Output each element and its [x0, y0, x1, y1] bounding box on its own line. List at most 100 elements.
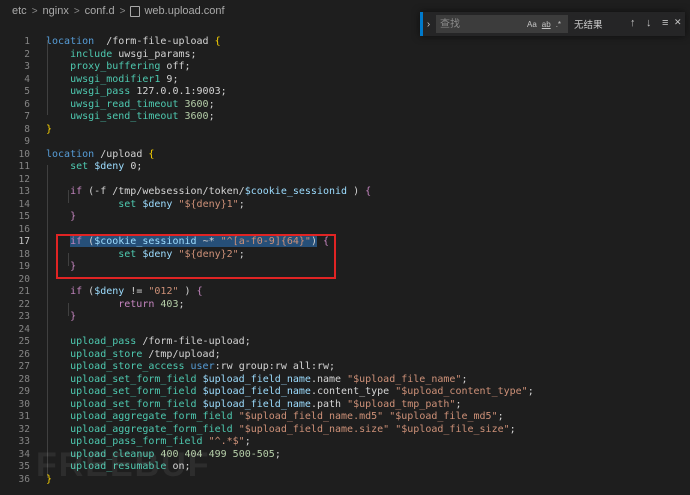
code-token: ;: [455, 398, 462, 410]
code-line[interactable]: 11 set $deny 0;: [0, 161, 690, 174]
line-number: 19: [18, 261, 30, 272]
code-token: 0;: [124, 161, 143, 172]
code-token: set: [70, 161, 89, 172]
code-line[interactable]: 9: [0, 136, 690, 149]
code-line[interactable]: 13 if (-f /tmp/websession/token/$cookie_…: [0, 186, 690, 199]
line-number: 6: [24, 98, 30, 110]
code-token: if: [70, 186, 83, 197]
code-line[interactable]: 26 upload_store /tmp/upload;: [0, 349, 690, 362]
code-token: $cookie_sessionid: [244, 186, 348, 197]
code-line[interactable]: 2 include uwsgi_params;: [0, 49, 690, 62]
code-text: include uwsgi_params;: [46, 48, 196, 62]
find-input[interactable]: [436, 17, 522, 31]
code-line[interactable]: 10 location /upload {: [0, 149, 690, 162]
code-line[interactable]: 23 }: [0, 311, 690, 324]
code-token: {: [214, 36, 221, 47]
code-line[interactable]: 7 uwsgi_send_timeout 3600;: [0, 111, 690, 124]
code-line[interactable]: 4 uwsgi_modifier1 9;: [0, 74, 690, 87]
code-token: ): [178, 286, 197, 297]
code-line[interactable]: 27 upload_store_access user:rw group:rw …: [0, 361, 690, 374]
code-line[interactable]: 6 uwsgi_read_timeout 3600;: [0, 99, 690, 112]
code-token: ;: [461, 373, 468, 385]
line-number: 10: [18, 148, 30, 160]
toggle-replace-button[interactable]: ›: [420, 12, 434, 36]
line-number: 7: [24, 111, 30, 122]
line-number: 27: [18, 361, 30, 372]
code-line[interactable]: 29 upload_set_form_field $upload_field_n…: [0, 386, 690, 399]
code-line[interactable]: 12: [0, 174, 690, 187]
code-token: include: [70, 48, 113, 60]
code-token: /form-file-upload: [94, 36, 215, 47]
code-token: uwsgi_modifier1: [70, 73, 161, 85]
code-text: upload_aggregate_form_field "$upload_fie…: [46, 411, 504, 424]
code-line[interactable]: 30 upload_set_form_field $upload_field_n…: [0, 399, 690, 412]
line-number: 28: [18, 373, 30, 385]
code-text: upload_pass /form-file-upload;: [46, 336, 251, 349]
code-line[interactable]: 14 set $deny "${deny}1";: [0, 199, 690, 212]
find-in-selection-button[interactable]: ≡: [662, 17, 668, 29]
previous-match-button[interactable]: ↑: [630, 17, 636, 29]
code-token: 127.0.0.1:9003;: [130, 86, 227, 97]
code-line[interactable]: 3 proxy_buffering off;: [0, 61, 690, 74]
breadcrumb-item-nginx[interactable]: nginx: [43, 5, 69, 17]
code-text: return 403;: [46, 299, 184, 312]
code-line[interactable]: 28 upload_set_form_field $upload_field_n…: [0, 374, 690, 387]
line-number: 32: [18, 423, 30, 435]
code-line[interactable]: 22 return 403;: [0, 299, 690, 312]
code-token: $deny: [142, 198, 173, 210]
code-line[interactable]: 21 if ($deny != "012" ) {: [0, 286, 690, 299]
code-token: 3600: [184, 98, 209, 110]
line-number: 11: [18, 161, 30, 172]
line-number: 15: [18, 211, 30, 222]
breadcrumb-item-conf-d[interactable]: conf.d: [85, 5, 115, 17]
code-line[interactable]: 31 upload_aggregate_form_field "$upload_…: [0, 411, 690, 424]
breadcrumb-item-etc[interactable]: etc: [12, 5, 27, 17]
line-number: 17: [18, 236, 30, 247]
file-icon: [130, 5, 141, 17]
code-token: {: [148, 148, 155, 160]
line-number: 20: [18, 273, 30, 285]
code-token: (-f /tmp/websession/token/: [82, 186, 245, 197]
code-token: ;: [208, 111, 215, 122]
line-number: 3: [24, 61, 30, 72]
close-find-button[interactable]: ✕: [674, 17, 682, 28]
code-token: 3600: [184, 111, 209, 122]
code-token: "$upload_content_type": [395, 386, 528, 397]
code-line[interactable]: 5 uwsgi_pass 127.0.0.1:9003;: [0, 86, 690, 99]
regex-icon[interactable]: .*: [556, 20, 561, 29]
code-token: ;: [509, 423, 516, 435]
line-number: 30: [18, 398, 30, 410]
code-token: ): [347, 186, 366, 197]
code-line[interactable]: 25 upload_pass /form-file-upload;: [0, 336, 690, 349]
code-line[interactable]: 32 upload_aggregate_form_field "$upload_…: [0, 424, 690, 437]
code-token: "$upload_tmp_path": [347, 398, 456, 410]
code-token: .path: [310, 398, 348, 410]
line-number: 16: [18, 223, 30, 235]
code-token: upload_pass: [70, 336, 137, 347]
line-number: 13: [18, 186, 30, 197]
code-text: upload_store_access user:rw group:rw all…: [46, 361, 335, 374]
code-text: set $deny 0;: [46, 161, 142, 174]
code-text: set $deny "${deny}1";: [46, 198, 244, 212]
code-token: "$upload_field_name.size": [238, 423, 390, 435]
whole-word-icon[interactable]: ab: [542, 20, 551, 29]
code-line[interactable]: 1 location /form-file-upload {: [0, 36, 690, 49]
chevron-right-icon: >: [73, 5, 80, 17]
code-token: $deny: [94, 286, 125, 297]
match-case-icon[interactable]: Aa: [527, 20, 537, 29]
next-match-button[interactable]: ↓: [646, 17, 652, 29]
code-text: }: [46, 124, 52, 137]
breadcrumb-item-file[interactable]: web.upload.conf: [144, 5, 224, 17]
line-number: 9: [24, 136, 30, 147]
chevron-right-icon: >: [31, 5, 38, 17]
code-line[interactable]: 15 }: [0, 211, 690, 224]
code-line[interactable]: 24: [0, 324, 690, 337]
code-token: /form-file-upload;: [136, 336, 251, 347]
code-line[interactable]: 8}: [0, 124, 690, 137]
code-token: "${deny}1": [178, 198, 239, 210]
